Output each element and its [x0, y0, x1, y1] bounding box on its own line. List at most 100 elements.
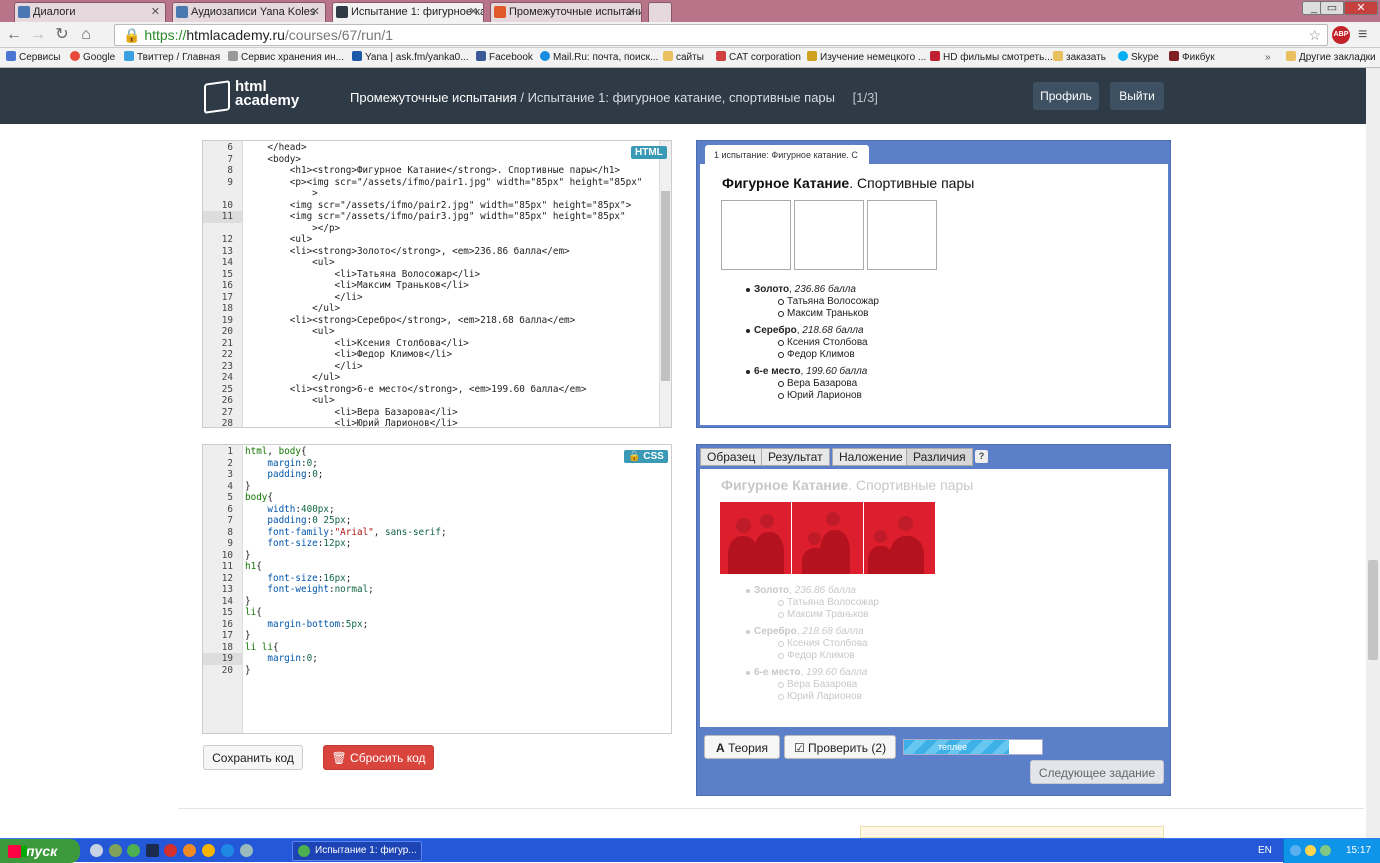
- line-text[interactable]: }: [245, 665, 251, 677]
- line-text[interactable]: </head>: [245, 142, 306, 154]
- back-arrow-icon[interactable]: ←: [4, 25, 24, 45]
- chrome-icon[interactable]: [127, 844, 140, 857]
- page-scrollbar[interactable]: [1366, 68, 1380, 838]
- next-task-button[interactable]: Следующее задание: [1030, 760, 1164, 784]
- code-line[interactable]: 27 <li>Вера Базарова</li>: [203, 407, 671, 419]
- code-line[interactable]: >: [203, 188, 671, 200]
- line-text[interactable]: <li>Татьяна Волосожар</li>: [245, 269, 481, 281]
- code-line[interactable]: 5 body{: [203, 492, 671, 504]
- tray-icon[interactable]: [1290, 845, 1301, 856]
- logo-text[interactable]: html academy: [235, 79, 299, 108]
- code-line[interactable]: 12 <ul>: [203, 234, 671, 246]
- browser-tab-intermediate[interactable]: Промежуточные испытани ✕: [490, 2, 642, 22]
- html-code[interactable]: 6 </head> 7 <body> 8 <h1><strong>Фигурное …: [203, 142, 671, 427]
- line-text[interactable]: html, body{: [245, 446, 307, 458]
- bookmark-askfm[interactable]: Yana | ask.fm/yanka0...: [352, 51, 469, 65]
- code-line[interactable]: 14}: [203, 596, 671, 608]
- theory-button[interactable]: A Теория: [704, 735, 780, 759]
- bookmark-order[interactable]: заказать: [1053, 51, 1106, 65]
- more-bookmarks-icon[interactable]: »: [1265, 51, 1271, 65]
- line-text[interactable]: <li>Федор Климов</li>: [245, 349, 453, 361]
- tray-icon[interactable]: [1305, 845, 1316, 856]
- new-tab-button[interactable]: [648, 2, 672, 22]
- code-line[interactable]: 7 padding:0 25px;: [203, 515, 671, 527]
- line-text[interactable]: <img scr="/assets/ifmo/pair3.jpg" width=…: [245, 211, 626, 223]
- taskbar-window-button[interactable]: Испытание 1: фигур...: [292, 841, 422, 861]
- line-text[interactable]: <p><img scr="/assets/ifmo/pair1.jpg" wid…: [245, 177, 643, 189]
- code-line[interactable]: 14 <ul>: [203, 257, 671, 269]
- line-text[interactable]: <li><strong>Золото</strong>, <em>236.86 …: [245, 246, 570, 258]
- bookmark-services[interactable]: Сервисы: [6, 51, 60, 65]
- logout-button[interactable]: Выйти: [1110, 82, 1164, 110]
- browser-tab-active[interactable]: Испытание 1: фигурное ка ✕: [332, 2, 484, 22]
- code-line[interactable]: 8 font-family:"Arial", sans-serif;: [203, 527, 671, 539]
- line-text[interactable]: margin:0;: [245, 458, 317, 470]
- code-line[interactable]: ></p>: [203, 223, 671, 235]
- star-icon[interactable]: ☆: [1308, 25, 1321, 45]
- line-text[interactable]: <ul>: [245, 257, 334, 269]
- bookmark-hd[interactable]: HD фильмы смотреть...: [930, 51, 1053, 65]
- breadcrumb-course[interactable]: Промежуточные испытания: [350, 90, 517, 105]
- quicklaunch-icon[interactable]: [202, 844, 215, 857]
- line-text[interactable]: }: [245, 550, 251, 562]
- line-text[interactable]: <li>Вера Базарова</li>: [245, 407, 458, 419]
- bookmark-ficbook[interactable]: Фикбук: [1169, 51, 1215, 65]
- code-line[interactable]: 1 html, body{: [203, 446, 671, 458]
- line-text[interactable]: margin:0;: [245, 653, 317, 665]
- line-text[interactable]: <li><strong>6-е место</strong>, <em>199.…: [245, 384, 587, 396]
- code-line[interactable]: 23 </li>: [203, 361, 671, 373]
- code-line[interactable]: 28 <li>Юрий Ларионов</li>: [203, 418, 671, 427]
- editor-scrollbar-thumb[interactable]: [661, 191, 670, 381]
- code-line[interactable]: 20 <ul>: [203, 326, 671, 338]
- code-line[interactable]: 25 <li><strong>6-е место</strong>, <em>1…: [203, 384, 671, 396]
- line-text[interactable]: margin-bottom:5px;: [245, 619, 368, 631]
- line-text[interactable]: <li><strong>Серебро</strong>, <em>218.68…: [245, 315, 575, 327]
- close-icon[interactable]: ✕: [469, 3, 478, 21]
- profile-button[interactable]: Профиль: [1033, 82, 1099, 110]
- editor-scrollbar[interactable]: [659, 141, 671, 427]
- forward-arrow-icon[interactable]: →: [28, 25, 48, 45]
- code-line[interactable]: 18 </ul>: [203, 303, 671, 315]
- code-line[interactable]: 19 margin:0;: [203, 653, 671, 665]
- line-text[interactable]: <img scr="/assets/ifmo/pair2.jpg" width=…: [245, 200, 631, 212]
- browser-tab-dialogs[interactable]: Диалоги ✕: [14, 2, 166, 22]
- bookmark-google[interactable]: Google: [70, 51, 115, 65]
- line-text[interactable]: </li>: [245, 292, 363, 304]
- code-line[interactable]: 19 <li><strong>Серебро</strong>, <em>218…: [203, 315, 671, 327]
- code-line[interactable]: 24 </ul>: [203, 372, 671, 384]
- html-editor[interactable]: 6 </head> 7 <body> 8 <h1><strong>Фигурное …: [202, 140, 672, 428]
- line-text[interactable]: <li>Максим Траньков</li>: [245, 280, 469, 292]
- firefox-icon[interactable]: [183, 844, 196, 857]
- close-icon[interactable]: ✕: [151, 3, 160, 21]
- ie-icon[interactable]: [221, 844, 234, 857]
- code-line[interactable]: 11 h1{: [203, 561, 671, 573]
- line-text[interactable]: width:400px;: [245, 504, 334, 516]
- code-line[interactable]: 13 <li><strong>Золото</strong>, <em>236.…: [203, 246, 671, 258]
- code-line[interactable]: 18 li li{: [203, 642, 671, 654]
- start-button[interactable]: пуск: [0, 839, 80, 863]
- bookmark-skype[interactable]: Skype: [1118, 51, 1159, 65]
- photoshop-icon[interactable]: [146, 844, 159, 857]
- bookmark-twitter[interactable]: Твиттер / Главная: [124, 51, 220, 65]
- line-text[interactable]: </ul>: [245, 303, 340, 315]
- bookmark-other[interactable]: Другие закладки: [1286, 51, 1376, 65]
- code-line[interactable]: 20}: [203, 665, 671, 677]
- line-text[interactable]: >: [245, 188, 318, 200]
- scrollbar-thumb[interactable]: [1368, 560, 1378, 660]
- line-text[interactable]: padding:0;: [245, 469, 323, 481]
- line-text[interactable]: li{: [245, 607, 262, 619]
- code-line[interactable]: 7 <body>: [203, 154, 671, 166]
- close-icon[interactable]: ✕: [627, 3, 636, 21]
- line-text[interactable]: <h1><strong>Фигурное Катание</strong>. С…: [245, 165, 620, 177]
- code-line[interactable]: 4}: [203, 481, 671, 493]
- quicklaunch-icon[interactable]: [240, 844, 253, 857]
- close-window-icon[interactable]: ✕: [1344, 1, 1378, 15]
- bookmark-facebook[interactable]: Facebook: [476, 51, 533, 65]
- line-text[interactable]: <ul>: [245, 395, 334, 407]
- check-button[interactable]: ☑ Проверить (2): [784, 735, 896, 759]
- line-text[interactable]: li li{: [245, 642, 279, 654]
- clock[interactable]: 15:17: [1346, 839, 1371, 863]
- language-indicator[interactable]: EN: [1258, 839, 1272, 863]
- code-line[interactable]: 11 <img scr="/assets/ifmo/pair3.jpg" wid…: [203, 211, 671, 223]
- menu-icon[interactable]: ≡: [1358, 26, 1367, 44]
